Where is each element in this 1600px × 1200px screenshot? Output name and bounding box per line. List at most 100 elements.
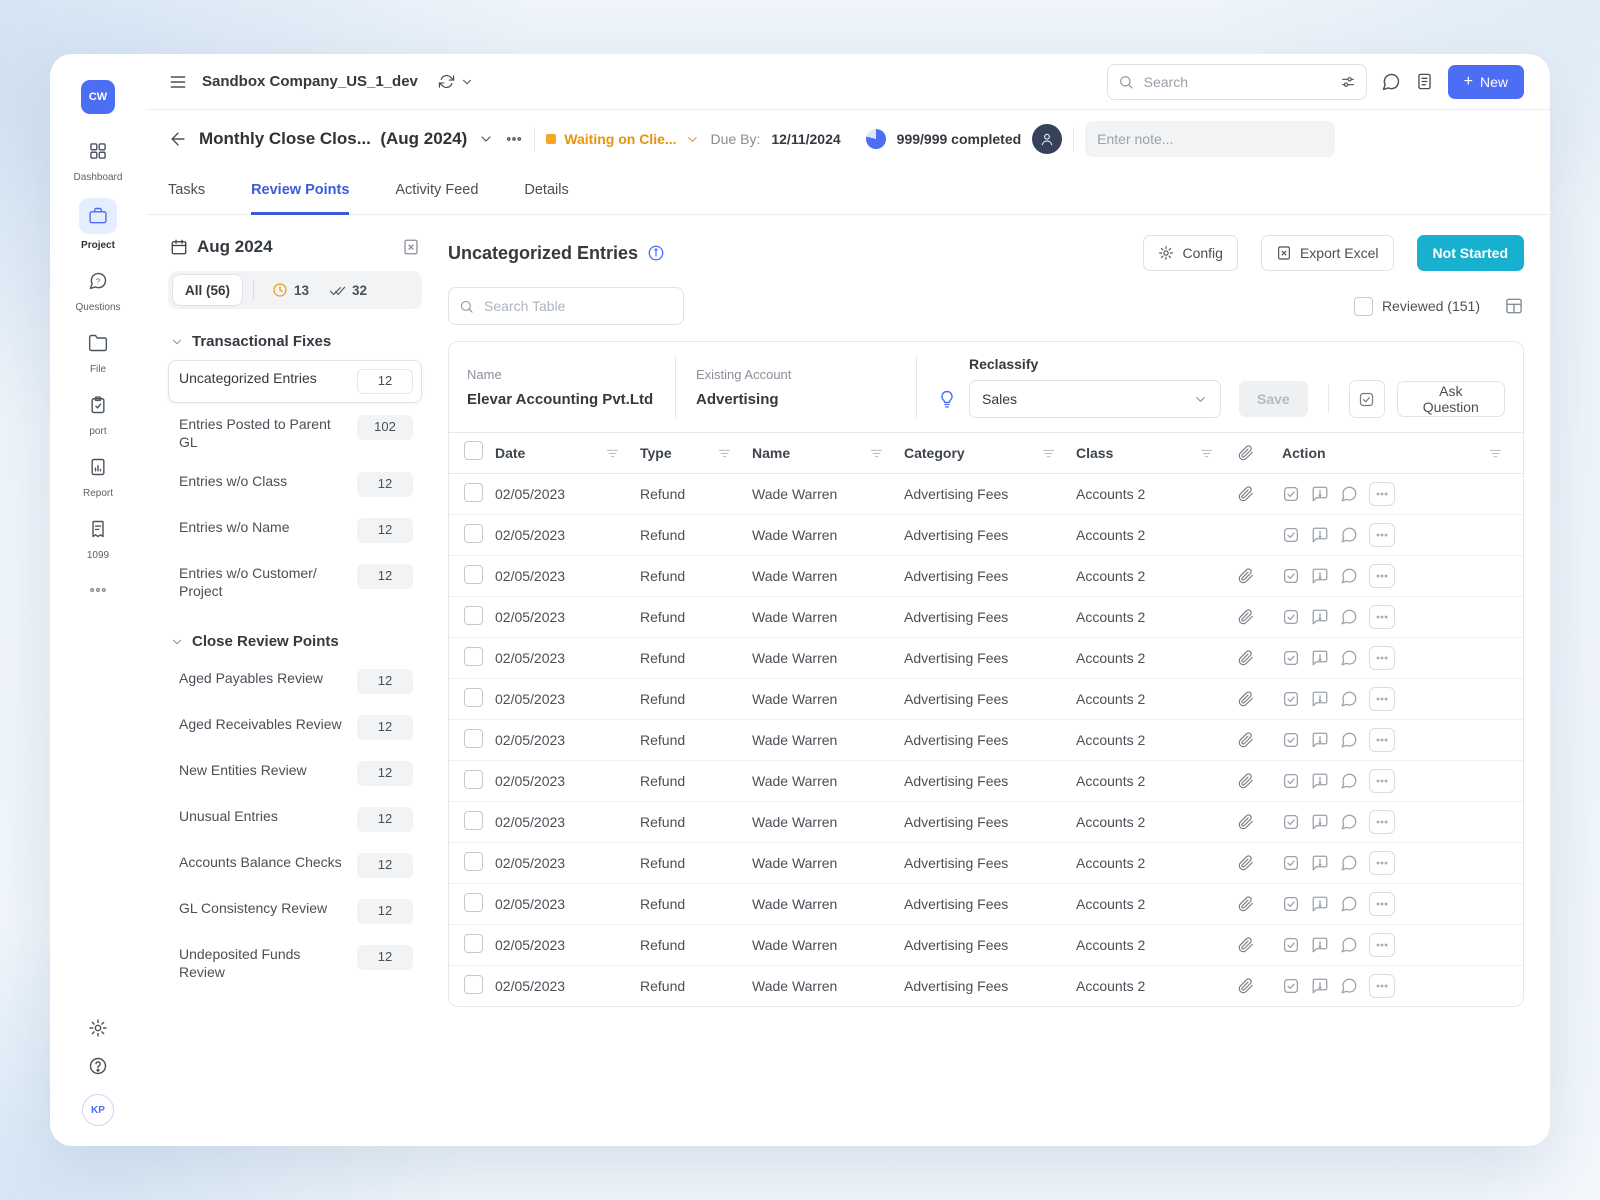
column-settings-button[interactable] [1504,296,1524,316]
row-review-button[interactable] [1282,567,1300,585]
review-point-item[interactable]: Undeposited Funds Review 12 [168,936,422,990]
review-point-item[interactable]: Accounts Balance Checks 12 [168,844,422,887]
help-button[interactable] [88,1056,108,1076]
row-comment-button[interactable] [1311,485,1329,503]
review-point-item[interactable]: Aged Payables Review 12 [168,660,422,703]
row-review-button[interactable] [1282,526,1300,544]
sidebar-item-1099[interactable]: 1099 [79,514,117,561]
chat-button[interactable] [1381,72,1401,92]
attachment-paperclip-icon[interactable] [1238,568,1254,584]
row-comment-button[interactable] [1311,731,1329,749]
row-chat-button[interactable] [1340,526,1358,544]
row-more-button[interactable] [1369,482,1395,506]
row-checkbox[interactable] [464,606,483,625]
row-more-button[interactable] [1369,728,1395,752]
row-review-button[interactable] [1282,813,1300,831]
row-chat-button[interactable] [1340,895,1358,913]
row-checkbox[interactable] [464,893,483,912]
row-chat-button[interactable] [1340,772,1358,790]
header-more-button[interactable] [505,130,523,148]
row-comment-button[interactable] [1311,567,1329,585]
tab-tasks[interactable]: Tasks [168,168,205,215]
row-review-button[interactable] [1282,485,1300,503]
row-chat-button[interactable] [1340,608,1358,626]
settings-button[interactable] [88,1018,108,1038]
sidebar-item-dashboard[interactable]: Dashboard [74,136,122,183]
row-checkbox[interactable] [464,565,483,584]
sidebar-item-port[interactable]: port [79,390,117,437]
attachment-paperclip-icon[interactable] [1238,732,1254,748]
attachment-paperclip-icon[interactable] [1238,814,1254,830]
global-search-input[interactable] [1141,72,1332,91]
note-input[interactable] [1085,121,1336,157]
notes-button[interactable] [1415,72,1434,91]
row-chat-button[interactable] [1340,485,1358,503]
row-comment-button[interactable] [1311,690,1329,708]
filter-pending[interactable]: 13 [264,282,317,298]
review-point-item[interactable]: Entries w/o Customer/ Project 12 [168,555,422,609]
review-point-item[interactable]: Entries w/o Name 12 [168,509,422,552]
sidebar-item-file[interactable]: File [79,328,117,375]
filter-all[interactable]: All (56) [172,274,244,306]
attachment-paperclip-icon[interactable] [1238,773,1254,789]
row-checkbox[interactable] [464,647,483,666]
column-menu-icon[interactable] [1041,446,1056,461]
save-button[interactable]: Save [1239,381,1308,417]
column-menu-icon[interactable] [717,446,732,461]
status-dropdown[interactable]: Waiting on Clie... [546,131,699,147]
row-more-button[interactable] [1369,564,1395,588]
review-point-item[interactable]: Entries Posted to Parent GL 102 [168,406,422,460]
panel-export-button[interactable] [402,238,420,256]
column-menu-icon[interactable] [1199,446,1214,461]
row-checkbox[interactable] [464,524,483,543]
column-menu-icon[interactable] [605,446,620,461]
assignee-avatar[interactable] [1032,124,1063,154]
row-comment-button[interactable] [1311,895,1329,913]
suggestion-button[interactable] [937,389,957,409]
attachment-paperclip-icon[interactable] [1238,855,1254,871]
section-close-review-points[interactable]: Close Review Points [170,633,420,650]
row-more-button[interactable] [1369,933,1395,957]
select-all-checkbox[interactable] [464,441,483,460]
attachment-paperclip-icon[interactable] [1238,896,1254,912]
row-chat-button[interactable] [1340,936,1358,954]
row-comment-button[interactable] [1311,813,1329,831]
row-more-button[interactable] [1369,687,1395,711]
row-comment-button[interactable] [1311,526,1329,544]
attachment-paperclip-icon[interactable] [1238,937,1254,953]
review-point-item[interactable]: Aged Receivables Review 12 [168,706,422,749]
new-button[interactable]: + New [1447,64,1524,99]
refresh-control[interactable] [438,73,474,90]
tab-activity-feed[interactable]: Activity Feed [395,168,478,215]
row-review-button[interactable] [1282,854,1300,872]
row-checkbox[interactable] [464,483,483,502]
hamburger-menu-button[interactable] [168,72,188,92]
review-point-item[interactable]: New Entities Review 12 [168,752,422,795]
row-review-button[interactable] [1282,895,1300,913]
row-comment-button[interactable] [1311,772,1329,790]
review-point-item[interactable]: Uncategorized Entries 12 [168,360,422,403]
ask-question-button[interactable]: Ask Question [1396,381,1506,417]
column-menu-icon[interactable] [869,446,884,461]
attachment-paperclip-icon[interactable] [1238,609,1254,625]
row-checkbox[interactable] [464,729,483,748]
info-button[interactable] [647,244,665,262]
row-review-button[interactable] [1282,731,1300,749]
config-button[interactable]: Config [1143,235,1238,271]
review-point-item[interactable]: GL Consistency Review 12 [168,890,422,933]
row-checkbox[interactable] [464,688,483,707]
row-comment-button[interactable] [1311,936,1329,954]
row-chat-button[interactable] [1340,977,1358,995]
row-more-button[interactable] [1369,810,1395,834]
attachment-paperclip-icon[interactable] [1238,691,1254,707]
tab-details[interactable]: Details [524,168,568,215]
row-checkbox[interactable] [464,770,483,789]
row-more-button[interactable] [1369,605,1395,629]
row-review-button[interactable] [1282,936,1300,954]
title-dropdown-button[interactable] [478,131,494,147]
row-checkbox[interactable] [464,852,483,871]
tab-review-points[interactable]: Review Points [251,168,350,215]
row-chat-button[interactable] [1340,813,1358,831]
row-comment-button[interactable] [1311,649,1329,667]
row-chat-button[interactable] [1340,690,1358,708]
